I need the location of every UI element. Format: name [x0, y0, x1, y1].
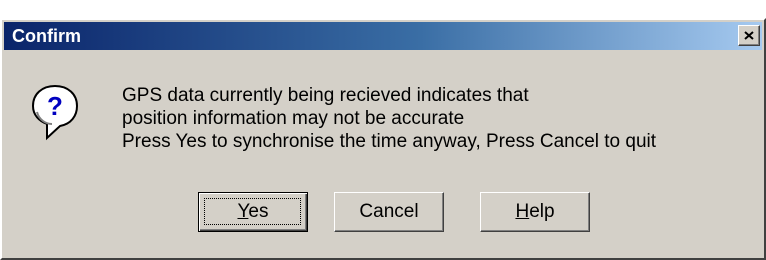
close-button[interactable]: [738, 25, 760, 46]
message-text: GPS data currently being recieved indica…: [122, 84, 656, 153]
yes-button-label: Yes: [237, 201, 269, 222]
screen: Confirm ? GPS data currently being recie…: [0, 0, 766, 260]
close-icon: [744, 31, 754, 40]
help-button[interactable]: Help: [480, 192, 590, 232]
message-line: GPS data currently being recieved indica…: [122, 85, 529, 106]
cancel-button-label: Cancel: [359, 201, 419, 222]
svg-text:?: ?: [47, 91, 63, 121]
title-bar[interactable]: Confirm: [4, 22, 762, 50]
confirm-dialog: Confirm ? GPS data currently being recie…: [0, 18, 766, 260]
question-icon: ?: [31, 84, 79, 141]
message-line: Press Yes to synchronise the time anyway…: [122, 131, 657, 152]
help-button-label: Help: [515, 201, 555, 222]
message-line: position information may not be accurate: [122, 108, 465, 129]
dialog-title: Confirm: [12, 25, 81, 46]
cancel-button[interactable]: Cancel: [334, 192, 444, 232]
yes-button[interactable]: Yes: [198, 192, 308, 232]
